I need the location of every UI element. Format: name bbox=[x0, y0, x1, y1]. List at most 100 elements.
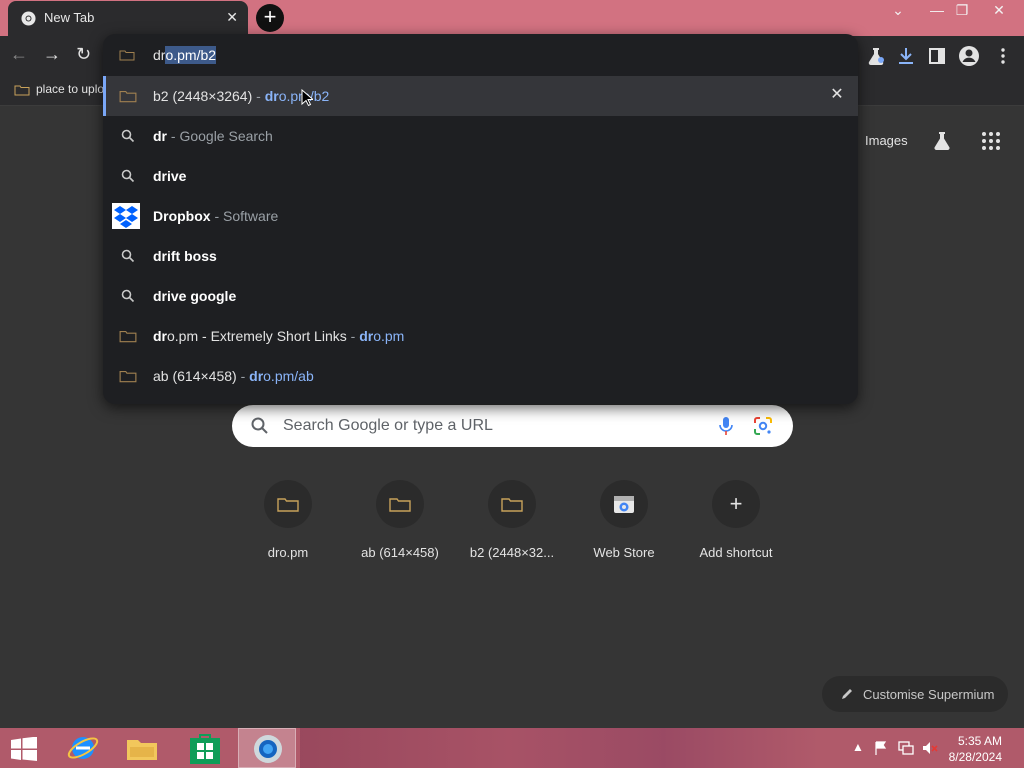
search-icon bbox=[121, 289, 135, 303]
taskbar-file-explorer[interactable] bbox=[116, 728, 172, 768]
taskbar-browser[interactable] bbox=[238, 728, 296, 768]
suggestion-match: dr bbox=[153, 168, 167, 184]
suggestion-sep: - bbox=[210, 208, 224, 224]
tab-search-icon[interactable]: ⌄ bbox=[883, 2, 913, 26]
folder-icon bbox=[277, 498, 299, 512]
microphone-icon[interactable] bbox=[718, 416, 734, 436]
suggestion-row[interactable]: drive google bbox=[103, 276, 858, 316]
suggestion-title: o.pm - Extremely Short Links bbox=[167, 328, 347, 344]
omnibox-dropdown: dro.pm/b2 b2 (2448×3264) - dro.pm/b2 ✕ d… bbox=[103, 34, 858, 404]
labs-icon[interactable] bbox=[864, 44, 888, 68]
suggestion-title: ab (614×458) bbox=[153, 368, 237, 384]
suggestion-sep: - bbox=[252, 88, 265, 104]
ntp-search-box[interactable]: Search Google or type a URL bbox=[232, 405, 793, 447]
web-store-icon bbox=[614, 496, 634, 513]
tab-new-tab[interactable]: New Tab ✕ bbox=[8, 1, 248, 36]
shortcut-tile[interactable]: ab (614×458) bbox=[344, 480, 456, 560]
suggestion-url: o.pm bbox=[373, 328, 405, 344]
bookmark-label: place to uplo bbox=[36, 82, 105, 96]
suggestion-completion: opbox bbox=[168, 208, 211, 224]
suggestion-row[interactable]: drift boss bbox=[103, 236, 858, 276]
shortcut-label: Add shortcut bbox=[699, 545, 773, 560]
suggestion-sep: - bbox=[346, 328, 360, 344]
bookmark-item[interactable]: place to uplo bbox=[14, 82, 104, 96]
folder-icon bbox=[14, 85, 30, 96]
shortcut-icon bbox=[488, 480, 536, 528]
folder-icon bbox=[119, 90, 137, 103]
suggestion-url-match: dr bbox=[264, 88, 279, 104]
images-link[interactable]: Images bbox=[865, 133, 908, 148]
suggestion-row[interactable]: dro.pm - Extremely Short Links - dro.pm bbox=[103, 316, 858, 356]
shortcut-label: dro.pm bbox=[267, 545, 309, 560]
google-lens-icon[interactable] bbox=[753, 416, 773, 436]
suggestion-row[interactable]: dr - Google Search bbox=[103, 116, 858, 156]
mouse-cursor-icon bbox=[301, 89, 313, 107]
remove-suggestion-icon[interactable]: ✕ bbox=[828, 86, 846, 104]
system-clock[interactable]: 5:35 AM 8/28/2024 bbox=[949, 733, 1002, 765]
reload-button[interactable]: ↻ bbox=[76, 44, 100, 68]
shortcut-label: ab (614×458) bbox=[361, 545, 439, 560]
action-center-flag-icon[interactable] bbox=[874, 741, 888, 755]
suggestion-row[interactable]: drive bbox=[103, 156, 858, 196]
start-button[interactable] bbox=[0, 728, 56, 768]
taskbar-wallpaper-band bbox=[300, 728, 820, 768]
window-close-button[interactable]: ✕ bbox=[984, 2, 1014, 26]
menu-kebab-icon[interactable] bbox=[991, 44, 1015, 68]
dropbox-icon bbox=[112, 203, 140, 229]
suggestion-url-match: dr bbox=[249, 368, 264, 384]
folder-icon bbox=[127, 740, 157, 760]
shortcut-icon bbox=[376, 480, 424, 528]
suggestion-url-match: dr bbox=[359, 328, 374, 344]
volume-muted-icon[interactable] bbox=[922, 740, 938, 756]
tab-close-icon[interactable]: ✕ bbox=[226, 9, 238, 26]
suggestion-match: dr bbox=[153, 328, 167, 344]
show-hidden-icons[interactable]: ▲ bbox=[852, 740, 864, 754]
shortcut-icon bbox=[264, 480, 312, 528]
labs-flask-icon[interactable] bbox=[930, 129, 954, 153]
taskbar: ▲ 5:35 AM 8/28/2024 bbox=[0, 728, 1024, 768]
clock-date: 8/28/2024 bbox=[948, 750, 1002, 764]
suggestion-url: o.pm/ab bbox=[263, 368, 314, 384]
suggestion-row[interactable]: ab (614×458) - dro.pm/ab bbox=[103, 356, 858, 396]
folder-icon bbox=[119, 330, 137, 343]
apps-grid-icon[interactable] bbox=[979, 129, 1003, 153]
typed-text: dr bbox=[153, 47, 166, 63]
suggestion-description: Google Search bbox=[179, 128, 273, 144]
chrome-icon bbox=[21, 11, 36, 26]
suggestion-match: dr bbox=[153, 128, 167, 144]
add-shortcut-tile[interactable]: + Add shortcut bbox=[680, 480, 792, 560]
suggestion-row[interactable]: b2 (2448×3264) - dro.pm/b2 ✕ bbox=[103, 76, 858, 116]
suggestion-match: Dr bbox=[153, 208, 169, 224]
suggestion-row[interactable]: Dropbox - Software bbox=[103, 196, 858, 236]
title-bar: New Tab ✕ + ⌄ — ❐ ✕ bbox=[0, 0, 1024, 36]
address-bar-input[interactable]: dro.pm/b2 bbox=[103, 34, 858, 76]
search-icon bbox=[121, 249, 135, 263]
store-icon bbox=[190, 734, 220, 764]
taskbar-store[interactable] bbox=[177, 728, 233, 768]
suggestion-match: dr bbox=[153, 248, 167, 264]
suggestion-sep: - bbox=[167, 128, 180, 144]
side-panel-icon[interactable] bbox=[925, 44, 949, 68]
forward-button[interactable]: → bbox=[43, 44, 67, 68]
suggestion-title: b2 (2448×3264) bbox=[153, 88, 253, 104]
supermium-icon bbox=[254, 735, 282, 763]
back-button[interactable]: ← bbox=[10, 44, 34, 68]
folder-icon bbox=[119, 50, 135, 61]
shortcut-tile[interactable]: dro.pm bbox=[232, 480, 344, 560]
search-icon bbox=[121, 129, 135, 143]
taskbar-ie[interactable] bbox=[58, 728, 114, 768]
shortcut-tile[interactable]: Web Store bbox=[568, 480, 680, 560]
customise-label: Customise Supermium bbox=[863, 687, 995, 702]
shortcut-tile[interactable]: b2 (2448×32... bbox=[456, 480, 568, 560]
folder-icon bbox=[501, 498, 523, 512]
profile-avatar-icon[interactable] bbox=[957, 44, 981, 68]
pencil-icon bbox=[842, 689, 852, 699]
new-tab-button[interactable]: + bbox=[256, 4, 284, 32]
restore-button[interactable]: ❐ bbox=[947, 2, 977, 26]
customise-button[interactable]: Customise Supermium bbox=[822, 676, 1008, 712]
network-icon[interactable] bbox=[898, 740, 914, 756]
search-icon bbox=[251, 417, 268, 434]
download-icon[interactable] bbox=[894, 44, 918, 68]
clock-time: 5:35 AM bbox=[957, 734, 1002, 748]
suggestion-completion: ive google bbox=[167, 288, 237, 304]
